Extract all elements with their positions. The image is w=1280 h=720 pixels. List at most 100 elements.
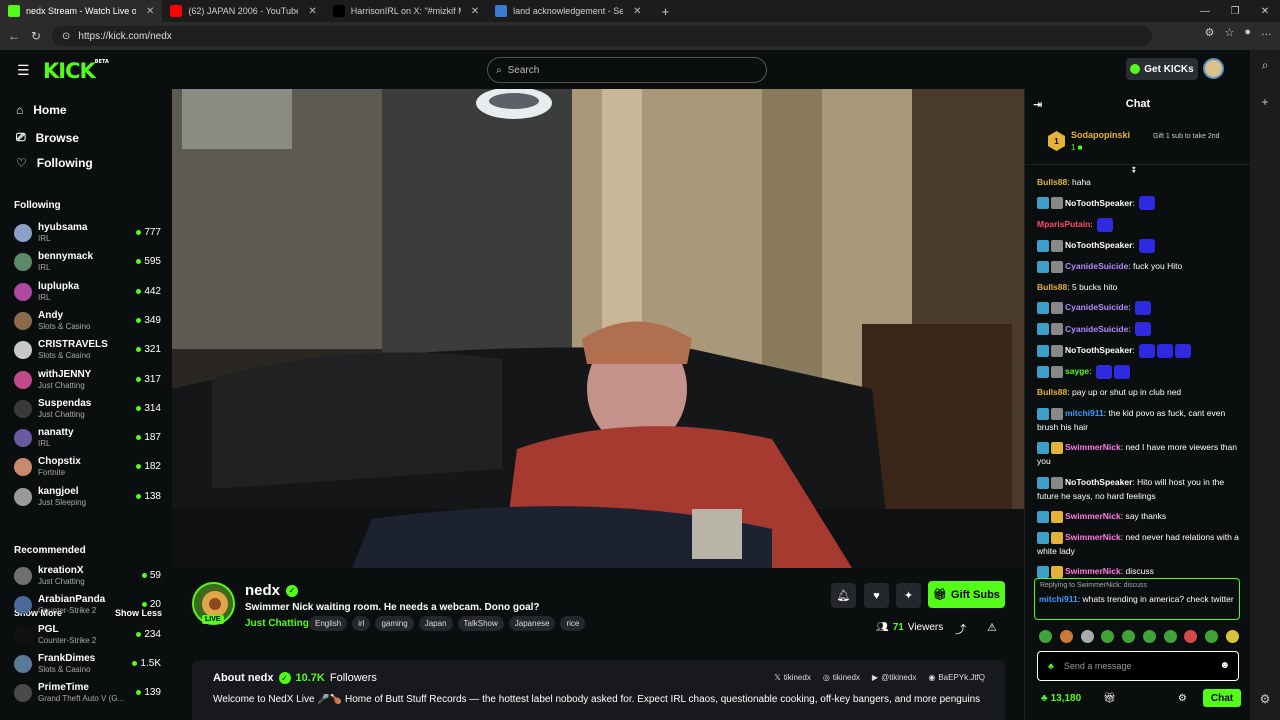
chat-username[interactable]: CyanideSuicide <box>1065 302 1128 312</box>
nav-home[interactable]: ⌂ Home <box>16 103 67 117</box>
chat-username[interactable]: NoToothSpeaker <box>1065 240 1132 250</box>
social-link[interactable]: ◎ tikinedx <box>823 673 860 682</box>
emote-icon[interactable] <box>1139 238 1156 253</box>
chat-username[interactable]: MparisPutain <box>1037 219 1090 229</box>
social-link[interactable]: ◉ BaEPYk.JtfQ <box>928 673 985 682</box>
search-icon[interactable]: ⌕ <box>1262 58 1269 73</box>
notification-bell-button[interactable]: 🔔︎ <box>831 583 856 608</box>
emote-icon[interactable] <box>1113 364 1130 379</box>
channel-list-item[interactable]: bennymack IRL 595 <box>14 249 164 277</box>
browser-tab[interactable]: land acknowledgement - Search ✕ <box>487 0 649 22</box>
emote-icon[interactable] <box>1122 630 1136 643</box>
channel-list-item[interactable]: luplupka IRL 442 <box>14 279 164 307</box>
favorites-icon[interactable]: ☆ <box>1224 26 1234 39</box>
emote-icon[interactable] <box>1135 322 1152 337</box>
emote-icon[interactable] <box>1175 343 1192 358</box>
chat-username[interactable]: Bulls88 <box>1037 387 1067 397</box>
maximize-icon[interactable]: ❐ <box>1220 0 1250 22</box>
chat-username[interactable]: CyanideSuicide <box>1065 261 1128 271</box>
stream-tag[interactable]: irl <box>352 616 371 631</box>
emote-icon[interactable] <box>1095 364 1112 379</box>
channel-list-item[interactable]: PGL Counter-Strike 2 234 <box>14 622 164 650</box>
emote-icon[interactable] <box>1101 630 1115 643</box>
channel-list-item[interactable]: PrimeTime Grand Theft Auto V (G... 139 <box>14 680 164 708</box>
stream-tag[interactable]: English <box>309 616 348 631</box>
channel-name[interactable]: nedx ✓ <box>245 582 299 599</box>
chat-username[interactable]: SwimmerNick <box>1065 566 1121 576</box>
gift-icon[interactable]: 🎁︎ <box>1103 693 1116 704</box>
emote-icon[interactable] <box>1039 630 1052 643</box>
stream-tag[interactable]: Japanese <box>508 616 556 631</box>
site-info-icon[interactable]: ⊙ <box>62 31 70 42</box>
minimize-icon[interactable]: — <box>1190 0 1220 22</box>
gift-subs-button[interactable]: 🎁︎ Gift Subs <box>928 581 1005 608</box>
stream-tag[interactable]: gaming <box>375 616 414 631</box>
nav-browse[interactable]: ⎚ Browse <box>16 130 79 145</box>
emote-icon[interactable] <box>1157 343 1174 358</box>
emote-icon[interactable] <box>1142 630 1156 643</box>
close-window-icon[interactable]: ✕ <box>1250 0 1280 22</box>
emoji-icon[interactable]: ☻ <box>1219 660 1230 671</box>
add-icon[interactable]: + <box>1261 95 1268 109</box>
channel-list-item[interactable]: Chopstix Fortnite 182 <box>14 454 164 482</box>
channel-list-item[interactable]: Andy Slots & Casino 349 <box>14 308 164 336</box>
collapse-chat-icon[interactable]: ⇥ <box>1033 98 1042 111</box>
chat-username[interactable]: mitchi911 <box>1065 408 1104 418</box>
stream-tag[interactable]: Japan <box>418 616 453 631</box>
channel-list-item[interactable]: kreationX Just Chatting 59 <box>14 563 164 591</box>
emote-icon[interactable] <box>1135 301 1152 315</box>
chat-input[interactable]: ♣ Send a message ☻ <box>1037 651 1239 681</box>
kick-logo[interactable]: KICKBETA <box>43 59 109 83</box>
chat-username[interactable]: NoToothSpeaker <box>1065 345 1132 355</box>
new-tab-button[interactable]: + <box>650 4 682 19</box>
leader-name[interactable]: Sodapopinski <box>1071 130 1130 140</box>
close-tab-icon[interactable]: ✕ <box>146 6 154 17</box>
chat-username[interactable]: CyanideSuicide <box>1065 324 1128 334</box>
emote-icon[interactable] <box>1097 217 1114 232</box>
browser-tab[interactable]: (62) JAPAN 2006 - YouTube ✕ <box>162 0 324 22</box>
stream-tag[interactable]: TalkShow <box>457 616 504 631</box>
channel-list-item[interactable]: FrankDimes Slots & Casino 1.5K <box>14 651 164 679</box>
user-avatar[interactable] <box>1203 58 1224 79</box>
chat-username[interactable]: Bulls88 <box>1037 282 1067 292</box>
emote-icon[interactable] <box>1225 630 1239 643</box>
chat-username[interactable]: SwimmerNick <box>1065 511 1121 521</box>
emote-icon[interactable] <box>1205 630 1219 643</box>
nav-following[interactable]: ♡ Following <box>16 156 93 170</box>
chat-username[interactable]: NoToothSpeaker <box>1065 477 1132 487</box>
chat-username[interactable]: SwimmerNick <box>1065 532 1121 542</box>
settings-icon[interactable]: ⚙ <box>1178 693 1187 704</box>
chat-username[interactable]: NoToothSpeaker <box>1065 198 1132 208</box>
emote-icon[interactable] <box>1139 196 1156 211</box>
chat-username[interactable]: sayge <box>1065 366 1089 376</box>
share-icon[interactable]: ⤴ <box>955 621 966 637</box>
emote-icon[interactable] <box>1080 630 1094 643</box>
close-tab-icon[interactable]: ✕ <box>471 6 479 17</box>
url-field[interactable]: ⊙ https://kick.com/nedx <box>52 26 1152 46</box>
close-tab-icon[interactable]: ✕ <box>633 6 641 17</box>
back-icon[interactable]: ← <box>3 29 25 43</box>
category-link[interactable]: Just Chatting <box>245 618 309 629</box>
profile-icon[interactable]: ● <box>1244 26 1251 39</box>
follow-button[interactable]: ♥ <box>864 583 889 608</box>
emote-icon[interactable] <box>1059 630 1073 643</box>
channel-list-item[interactable]: nanatty IRL 187 <box>14 425 164 453</box>
extensions-icon[interactable]: ⚙ <box>1205 26 1215 39</box>
channel-list-item[interactable]: hyubsama IRL 777 <box>14 220 164 248</box>
emote-icon[interactable] <box>1139 343 1156 358</box>
channel-points[interactable]: ♣ 13,180 <box>1041 693 1081 704</box>
social-link[interactable]: 𝕏tikinedx <box>774 673 811 682</box>
video-player[interactable] <box>172 89 1024 568</box>
get-kicks-button[interactable]: Get KICKs <box>1126 58 1198 80</box>
gift-cta[interactable]: Gift 1 sub to take 2nd <box>1153 133 1231 141</box>
channel-list-item[interactable]: withJENNY Just Chatting 317 <box>14 367 164 395</box>
menu-icon[interactable]: ☰ <box>17 62 30 79</box>
browser-tab[interactable]: HarrisonIRL on X: "#mizkif Mizkif ✕ <box>325 0 487 22</box>
close-tab-icon[interactable]: ✕ <box>308 6 316 17</box>
channel-list-item[interactable]: kangjoel Just Sleeping 138 <box>14 484 164 512</box>
chat-username[interactable]: Bulls88 <box>1037 177 1067 187</box>
channel-list-item[interactable]: ArabianPanda Counter-Strike 2 20 <box>14 592 164 620</box>
send-chat-button[interactable]: Chat <box>1203 689 1241 707</box>
search-input[interactable]: ⌕ Search <box>487 57 767 83</box>
social-link[interactable]: ▶ @tikinedx <box>872 673 916 682</box>
